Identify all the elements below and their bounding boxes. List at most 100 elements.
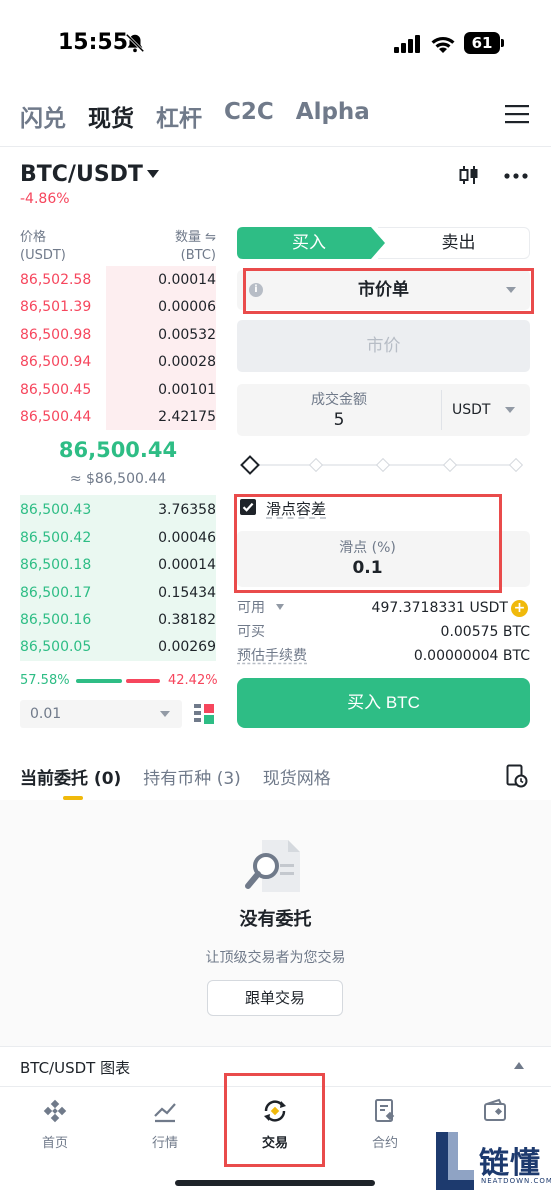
- nav-markets-label: 行情: [151, 1136, 178, 1151]
- price-column-header: 价格 (USDT): [20, 229, 66, 265]
- amount-slider-handle[interactable]: [240, 455, 260, 475]
- slider-step-100[interactable]: [508, 457, 524, 473]
- orders-tabs: 当前委托 (0) 持有币种 (3) 现货网格: [20, 764, 353, 789]
- qty-header-label: 数量 ⇋: [174, 230, 216, 245]
- order-book-layout-icon[interactable]: [193, 702, 215, 726]
- candlestick-chart-icon[interactable]: [458, 164, 480, 186]
- bid-qty: 0.00269: [158, 639, 216, 655]
- bid-qty: 0.15434: [158, 585, 216, 601]
- ask-qty: 0.00028: [158, 354, 216, 370]
- order-history-icon[interactable]: [506, 764, 528, 788]
- buy-tab[interactable]: [237, 227, 385, 259]
- bid-price: 86,500.43: [20, 502, 92, 518]
- max-buy-row: 可买 0.00575 BTC: [237, 621, 530, 643]
- price-header-label: 价格: [20, 230, 47, 245]
- bid-row[interactable]: 86,500.17 0.15434: [20, 579, 216, 607]
- chevron-up-icon[interactable]: [514, 1062, 524, 1069]
- buy-btc-button[interactable]: 买入 BTC: [237, 678, 530, 728]
- tab-holdings[interactable]: 持有币种 (3): [143, 764, 240, 789]
- chart-divider: [0, 1046, 551, 1047]
- highlight-box-slippage: [234, 494, 502, 593]
- bid-qty: 3.76358: [158, 502, 216, 518]
- ask-qty: 0.00014: [158, 272, 216, 288]
- bid-row[interactable]: 86,500.42 0.00046: [20, 524, 216, 552]
- tab-alpha[interactable]: Alpha: [296, 99, 370, 133]
- ask-row[interactable]: 86,502.58 0.00014: [20, 266, 216, 294]
- ask-qty: 2.42175: [158, 409, 216, 425]
- tab-spot[interactable]: 现货: [88, 99, 134, 133]
- available-value: 497.3718331 USDT: [371, 600, 508, 616]
- cellular-signal-icon: [394, 35, 420, 53]
- ask-price: 86,500.94: [20, 354, 92, 370]
- pair-selector[interactable]: BTC/USDT: [20, 162, 143, 187]
- battery-indicator: 61: [464, 32, 500, 54]
- caret-down-icon: [505, 407, 515, 413]
- amount-divider: [441, 390, 442, 430]
- ask-price: 86,500.98: [20, 327, 92, 343]
- precision-select[interactable]: 0.01: [20, 700, 182, 728]
- ask-row[interactable]: 86,500.98 0.00532: [20, 321, 216, 349]
- watermark-logo-icon: [436, 1132, 474, 1190]
- ask-qty: 0.00532: [158, 327, 216, 343]
- available-label[interactable]: 可用: [237, 597, 265, 619]
- price-header-unit: (USDT): [20, 248, 66, 263]
- ask-price: 86,501.39: [20, 299, 92, 315]
- empty-state-subtitle: 让顶级交易者为您交易: [205, 950, 346, 966]
- home-indicator[interactable]: [175, 1180, 375, 1186]
- nav-home-label: 首页: [41, 1136, 68, 1151]
- last-price[interactable]: 86,500.44: [20, 438, 216, 462]
- fee-value: 0.00000004 BTC: [413, 648, 530, 664]
- chart-bar-label[interactable]: BTC/USDT 图表: [20, 1057, 130, 1078]
- sell-tab[interactable]: 卖出: [378, 227, 530, 259]
- fee-label[interactable]: 预估手续费: [237, 645, 307, 667]
- no-orders-search-icon: [245, 840, 300, 892]
- header-divider: [0, 146, 551, 147]
- wifi-icon: [431, 37, 455, 53]
- quantity-column-header[interactable]: 数量 ⇋ (BTC): [140, 229, 216, 265]
- slider-step-50[interactable]: [375, 457, 391, 473]
- slider-step-75[interactable]: [442, 457, 458, 473]
- tab-spot-grid[interactable]: 现货网格: [263, 764, 331, 789]
- sell-ratio-bar: [126, 679, 160, 683]
- qty-header-unit: (BTC): [180, 248, 216, 263]
- hamburger-menu-icon[interactable]: [505, 104, 529, 124]
- ask-row[interactable]: 86,500.44 2.42175: [20, 403, 216, 431]
- bell-muted-icon: [125, 33, 145, 53]
- empty-state-title: 没有委托: [239, 909, 312, 930]
- caret-down-icon[interactable]: [276, 604, 284, 610]
- price-input: 市价: [237, 320, 530, 372]
- highlight-box-order-type: [243, 268, 534, 314]
- tab-open-orders[interactable]: 当前委托 (0): [20, 764, 121, 789]
- buy-ratio: 57.58%: [20, 673, 70, 688]
- ask-price: 86,500.45: [20, 382, 92, 398]
- max-buy-label: 可买: [237, 624, 265, 640]
- ask-row[interactable]: 86,500.45 0.00101: [20, 376, 216, 404]
- caret-down-icon[interactable]: [147, 170, 159, 178]
- bid-price: 86,500.17: [20, 585, 92, 601]
- bid-row[interactable]: 86,500.43 3.76358: [20, 496, 216, 524]
- bid-price: 86,500.16: [20, 612, 92, 628]
- bid-qty: 0.00014: [158, 557, 216, 573]
- copy-trading-button[interactable]: 跟单交易: [207, 980, 343, 1016]
- ask-row[interactable]: 86,500.94 0.00028: [20, 348, 216, 376]
- tab-c2c[interactable]: C2C: [224, 99, 274, 133]
- battery-tip: [501, 39, 504, 47]
- nav-home[interactable]: 首页: [0, 1098, 110, 1151]
- nav-futures[interactable]: 合约: [330, 1098, 440, 1151]
- bid-price: 86,500.18: [20, 557, 92, 573]
- nav-futures-label: 合约: [371, 1136, 398, 1151]
- ask-row[interactable]: 86,501.39 0.00006: [20, 293, 216, 321]
- slider-step-25[interactable]: [308, 457, 324, 473]
- deposit-plus-icon[interactable]: +: [511, 600, 528, 617]
- bid-row[interactable]: 86,500.18 0.00014: [20, 551, 216, 579]
- tab-margin[interactable]: 杠杆: [156, 99, 202, 133]
- wallet-icon: [484, 1098, 506, 1121]
- pair-change-percent: -4.86%: [20, 191, 70, 207]
- bid-price: 86,500.42: [20, 530, 92, 546]
- ask-price: 86,502.58: [20, 272, 92, 288]
- nav-markets[interactable]: 行情: [110, 1098, 220, 1151]
- more-options-icon[interactable]: [504, 172, 528, 180]
- bid-row[interactable]: 86,500.05 0.00269: [20, 633, 216, 661]
- bid-row[interactable]: 86,500.16 0.38182: [20, 606, 216, 634]
- tab-convert[interactable]: 闪兑: [20, 99, 66, 133]
